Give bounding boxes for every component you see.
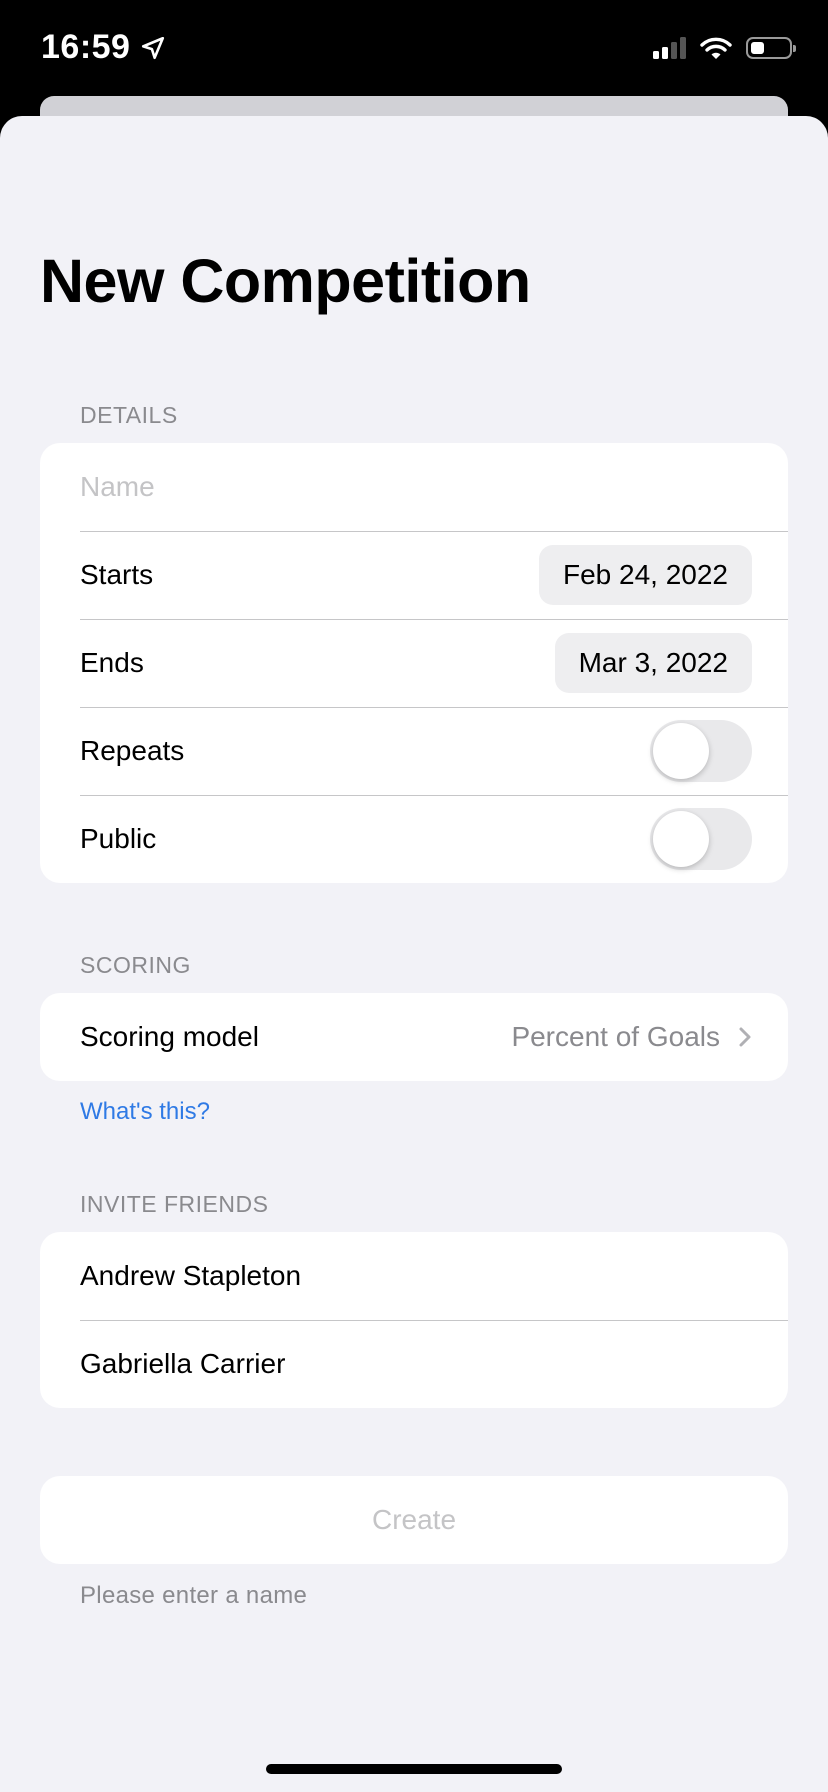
whats-this-link[interactable]: What's this? xyxy=(80,1098,210,1126)
invite-friends-section-header: INVITE FRIENDS xyxy=(80,1191,269,1217)
name-row xyxy=(40,443,788,531)
create-button[interactable]: Create xyxy=(40,1476,788,1564)
scoring-model-value: Percent of Goals xyxy=(511,1021,720,1052)
scoring-section-header: SCORING xyxy=(80,952,191,978)
validation-message: Please enter a name xyxy=(80,1582,308,1609)
status-bar: 16:59 xyxy=(0,0,828,100)
details-section-header: DETAILS xyxy=(80,402,178,428)
starts-date-picker[interactable]: Feb 24, 2022 xyxy=(538,545,752,605)
starts-label: Starts xyxy=(80,559,154,590)
chevron-right-icon xyxy=(739,1027,751,1047)
scoring-model-row[interactable]: Scoring model Percent of Goals xyxy=(40,993,788,1081)
status-time-text: 16:59 xyxy=(41,28,131,66)
invite-friends-card: Andrew Stapleton Gabriella Carrier xyxy=(40,1232,788,1408)
ends-date-picker[interactable]: Mar 3, 2022 xyxy=(554,633,752,693)
location-arrow-icon xyxy=(142,36,165,59)
repeats-toggle[interactable] xyxy=(650,720,752,782)
public-toggle[interactable] xyxy=(650,808,752,870)
public-label: Public xyxy=(80,823,157,854)
name-input[interactable] xyxy=(80,471,752,503)
friend-row[interactable]: Andrew Stapleton xyxy=(40,1232,788,1320)
public-row: Public xyxy=(40,795,788,883)
friend-row[interactable]: Gabriella Carrier xyxy=(40,1320,788,1408)
friend-name: Gabriella Carrier xyxy=(80,1348,286,1379)
status-time: 16:59 xyxy=(41,28,166,67)
scoring-card: Scoring model Percent of Goals xyxy=(40,993,788,1081)
friend-name: Andrew Stapleton xyxy=(80,1260,302,1291)
battery-icon xyxy=(746,37,796,59)
cellular-signal-icon xyxy=(653,37,686,59)
wifi-icon xyxy=(700,37,732,59)
scoring-model-label: Scoring model xyxy=(80,1021,259,1052)
details-card: Starts Feb 24, 2022 Ends Mar 3, 2022 Rep… xyxy=(40,443,788,883)
ends-label: Ends xyxy=(80,647,144,678)
page-title: New Competition xyxy=(40,247,531,315)
repeats-row: Repeats xyxy=(40,707,788,795)
starts-row: Starts Feb 24, 2022 xyxy=(40,531,788,619)
battery-level xyxy=(751,42,764,54)
status-icons xyxy=(653,36,796,60)
home-indicator xyxy=(266,1764,562,1774)
ends-row: Ends Mar 3, 2022 xyxy=(40,619,788,707)
public-toggle-knob xyxy=(653,811,709,867)
repeats-toggle-knob xyxy=(653,723,709,779)
repeats-label: Repeats xyxy=(80,735,185,766)
